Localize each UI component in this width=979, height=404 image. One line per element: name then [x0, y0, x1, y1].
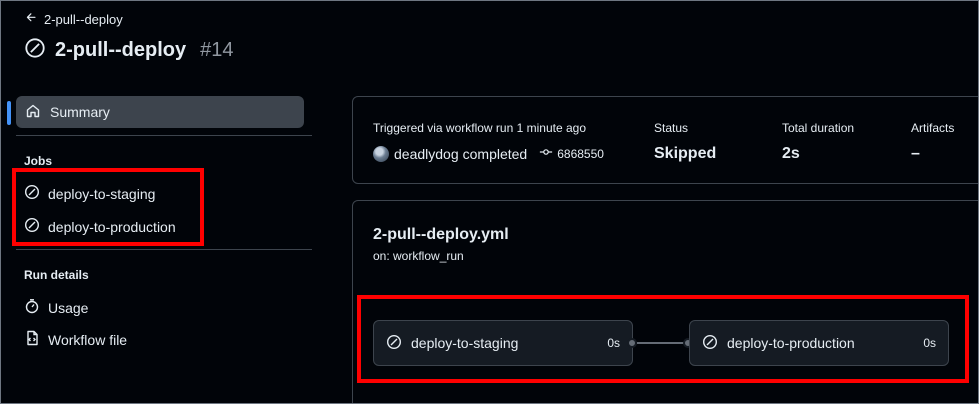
run-number: #14 [200, 39, 234, 61]
skipped-icon [24, 37, 46, 64]
arrow-left-icon [25, 11, 38, 27]
avatar[interactable] [373, 145, 389, 162]
stopwatch-icon [24, 298, 40, 317]
trigger-label: Triggered via workflow run 1 minute ago [373, 121, 586, 135]
status-value: Skipped [654, 145, 717, 162]
sidebar-item-workflow-file[interactable]: Workflow file [24, 330, 127, 349]
jobs-section-title: Jobs [24, 154, 53, 168]
page-title: 2-pull--deploy #14 [24, 37, 233, 64]
workflow-trigger: on: workflow_run [373, 249, 464, 263]
sidebar-item-label: Summary [50, 104, 110, 120]
home-icon [25, 103, 41, 122]
sidebar-item-usage[interactable]: Usage [24, 298, 88, 317]
run-details-section-title: Run details [24, 268, 89, 282]
highlight-box-graph-jobs [357, 295, 969, 383]
trigger-action: completed [462, 145, 528, 162]
commit-link[interactable]: 6868550 [539, 145, 604, 162]
status-label: Status [654, 121, 689, 135]
back-link[interactable]: 2-pull--deploy [25, 11, 123, 27]
commit-sha: 6868550 [557, 146, 604, 161]
trigger-info: Triggered via workflow run 1 minute ago … [373, 121, 604, 162]
highlight-box-sidebar-jobs [12, 168, 204, 246]
file-code-icon [24, 330, 40, 349]
sidebar-item-label: Usage [48, 299, 89, 316]
artifacts-column: Artifacts – [911, 121, 954, 163]
actor-link[interactable]: deadlydog [394, 146, 459, 162]
sidebar-item-label: Workflow file [48, 331, 128, 348]
duration-value: 2s [782, 145, 800, 162]
duration-label: Total duration [782, 121, 855, 135]
workflow-name: 2-pull--deploy [55, 39, 187, 61]
status-column: Status Skipped [654, 121, 716, 163]
git-commit-icon [539, 145, 553, 162]
back-link-label: 2-pull--deploy [44, 11, 123, 27]
artifacts-label: Artifacts [911, 121, 955, 135]
run-summary-panel: Triggered via workflow run 1 minute ago … [352, 96, 979, 184]
divider [16, 249, 312, 250]
divider [16, 135, 312, 136]
workflow-file-name[interactable]: 2-pull--deploy.yml [373, 226, 509, 244]
active-indicator [7, 101, 11, 125]
sidebar-item-summary[interactable]: Summary [16, 96, 304, 128]
duration-column: Total duration 2s [782, 121, 854, 163]
artifacts-value: – [911, 145, 920, 162]
